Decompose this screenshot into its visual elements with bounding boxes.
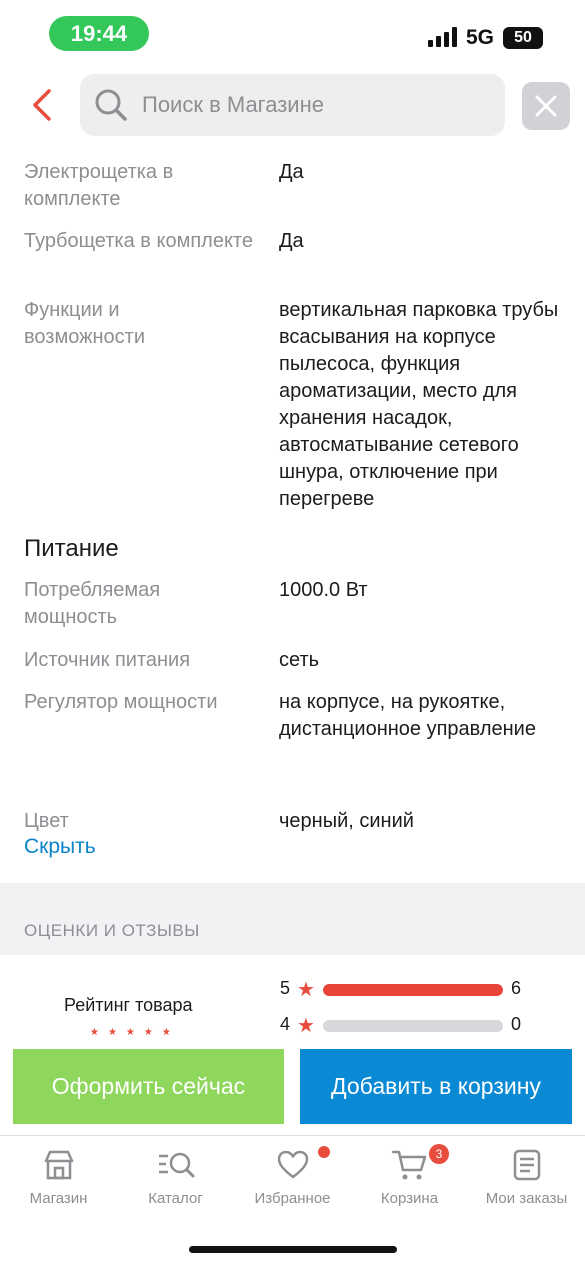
- tab-label: Магазин: [29, 1190, 88, 1207]
- back-button[interactable]: [22, 82, 62, 127]
- tab-label: Мои заказы: [485, 1190, 568, 1207]
- spec-key: Цвет: [24, 810, 69, 832]
- star-icon: ★: [297, 1015, 315, 1037]
- section-title-power: Питание: [24, 535, 119, 562]
- rating-bar-fill: [323, 984, 503, 996]
- spec-value: черный, синий: [279, 810, 414, 832]
- add-to-cart-button[interactable]: Добавить в корзину: [300, 1049, 572, 1124]
- home-indicator: [189, 1246, 397, 1253]
- rating-summary[interactable]: Рейтинг товара ★★★★★ 5 ★ 6 4 ★ 0: [0, 955, 585, 1045]
- search-box[interactable]: [80, 74, 505, 136]
- store-icon: [44, 1150, 73, 1180]
- spec-key: Турбощетка в комплекте: [24, 230, 253, 252]
- orders-icon: [513, 1149, 540, 1181]
- rating-bar-row: 4 ★ 0: [280, 1012, 540, 1038]
- rating-label: Рейтинг товара: [64, 995, 193, 1015]
- spec-value: на корпусе, на рукоятке, дистанционное у…: [279, 691, 536, 740]
- tab-label: Каталог: [148, 1190, 203, 1207]
- rating-bar-row: 5 ★ 6: [280, 976, 540, 1002]
- close-icon: [535, 95, 557, 117]
- tab-orders[interactable]: Мои заказы: [468, 1148, 585, 1218]
- search-header: [0, 68, 585, 143]
- signal-icon: [428, 27, 458, 47]
- star-icon: ★: [297, 979, 315, 1001]
- tab-cart[interactable]: 3 Корзина: [351, 1144, 468, 1218]
- spec-value: Да: [279, 161, 304, 183]
- spec-key: Источник питания: [24, 649, 191, 671]
- status-time: 19:44: [49, 16, 149, 51]
- close-button[interactable]: [522, 82, 570, 130]
- tab-label: Корзина: [380, 1190, 439, 1207]
- rating-bar-stars: 5: [280, 978, 291, 998]
- buy-now-button[interactable]: Оформить сейчас: [13, 1049, 284, 1124]
- catalog-search-icon: [158, 1152, 194, 1178]
- chevron-left-icon: [33, 88, 51, 121]
- search-icon: [95, 89, 127, 121]
- rating-bar-count: 6: [511, 978, 522, 998]
- spec-key: Потребляемая мощность: [24, 579, 161, 628]
- spec-value: сеть: [279, 649, 320, 671]
- hide-link[interactable]: Скрыть: [24, 835, 96, 859]
- network-type: 5G: [466, 26, 495, 49]
- action-bar: Оформить сейчас Добавить в корзину: [0, 1045, 585, 1135]
- reviews-title: ОЦЕНКИ И ОТЗЫВЫ: [24, 921, 200, 940]
- rating-bar-stars: 4: [280, 1014, 291, 1034]
- tab-catalog[interactable]: Каталог: [117, 1148, 234, 1218]
- cart-badge: 3: [429, 1144, 449, 1164]
- tab-label: Избранное: [254, 1190, 331, 1207]
- spec-value: 1000.0 Вт: [279, 579, 368, 601]
- rating-bar-track: [323, 984, 503, 996]
- reviews-header: ОЦЕНКИ И ОТЗЫВЫ: [0, 883, 585, 955]
- rating-bar-track: [323, 1020, 503, 1032]
- tab-favorites[interactable]: Избранное: [234, 1146, 351, 1218]
- rating-stars-icon: ★★★★★: [90, 1027, 180, 1038]
- rating-bar-count: 0: [511, 1014, 522, 1034]
- status-bar: 19:44 5G 50: [0, 0, 585, 68]
- heart-icon: [277, 1150, 308, 1179]
- spec-key: Регулятор мощности: [24, 691, 218, 713]
- spec-value: Да: [279, 230, 304, 252]
- search-input[interactable]: [142, 74, 492, 136]
- spec-value: вертикальная парковка трубы всасывания н…: [279, 299, 559, 510]
- spec-key: Электрощетка в комплекте: [24, 161, 174, 210]
- cart-icon: [391, 1150, 426, 1180]
- spec-key: Функции и возможности: [24, 299, 145, 348]
- battery-icon: 50: [503, 27, 543, 49]
- tab-store[interactable]: Магазин: [0, 1148, 117, 1218]
- favorites-dot: [318, 1146, 330, 1158]
